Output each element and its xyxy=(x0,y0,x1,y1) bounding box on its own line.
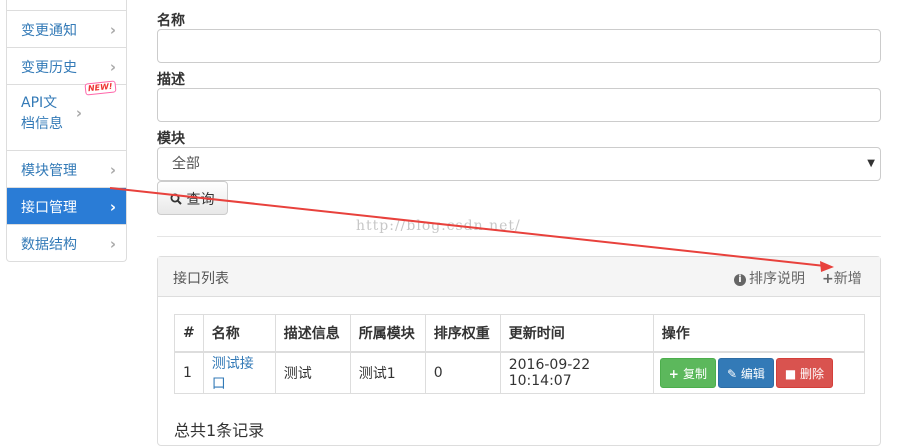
row-desc: 测试 xyxy=(274,351,351,394)
interface-list-panel: 接口列表 i 排序说明 +新增 # 名称 描述信息 所属模块 排序权重 更新时间 … xyxy=(157,256,881,446)
sort-help-label: 排序说明 xyxy=(749,271,805,287)
column-header: 更新时间 xyxy=(499,314,654,353)
row-weight: 0 xyxy=(424,351,501,394)
column-header: 排序权重 xyxy=(424,314,501,353)
sidebar-item-label-line2: 档信息 xyxy=(21,116,63,132)
watermark: http://blog.csdn.net/ xyxy=(356,218,521,234)
edit-button-label: 编辑 xyxy=(740,366,765,381)
sidebar-item-api-doc[interactable]: NEW! API文 档信息 › xyxy=(7,80,126,150)
column-header: 名称 xyxy=(202,314,276,353)
chevron-right-icon: › xyxy=(109,235,116,253)
row-updated: 2016-09-22 10:14:07 xyxy=(499,351,654,394)
sidebar-item-interface-management[interactable]: 接口管理 › xyxy=(7,187,126,224)
module-field-label: 模块 xyxy=(157,131,185,147)
delete-button-label: 删除 xyxy=(800,366,825,381)
name-input[interactable] xyxy=(157,29,881,63)
query-button[interactable]: 查询 xyxy=(157,181,228,215)
chevron-right-icon: › xyxy=(109,21,116,39)
column-header: 操作 xyxy=(652,314,866,353)
sidebar-item-module-management[interactable]: 模块管理 › xyxy=(7,150,126,187)
divider xyxy=(157,236,881,237)
sidebar-item-change-notice[interactable]: 变更通知 › xyxy=(7,10,126,47)
add-interface-link[interactable]: +新增 xyxy=(822,268,862,288)
module-select[interactable]: 全部 ▼ xyxy=(157,147,881,181)
info-icon: i xyxy=(734,274,746,286)
query-button-label: 查询 xyxy=(186,192,215,208)
row-index: 1 xyxy=(174,351,204,394)
chevron-right-icon: › xyxy=(75,104,82,122)
plus-icon: + xyxy=(668,366,683,381)
copy-button-label: 复制 xyxy=(682,366,707,381)
dropdown-arrow-icon: ▼ xyxy=(867,158,875,169)
pencil-icon: ✎ xyxy=(726,366,741,381)
module-select-value: 全部 xyxy=(172,156,200,172)
add-label: 新增 xyxy=(833,271,862,287)
table-row: 1 测试接口 测试 测试1 0 2016-09-22 10:14:07 + 复制… xyxy=(174,351,866,394)
panel-header: 接口列表 i 排序说明 +新增 xyxy=(158,257,880,297)
trash-icon: ■ xyxy=(784,366,801,381)
column-header: 描述信息 xyxy=(274,314,351,353)
sidebar-item-label: 变更通知 xyxy=(21,23,77,39)
row-actions: + 复制 ✎ 编辑 ■ 删除 xyxy=(652,351,866,394)
sort-help-link[interactable]: i 排序说明 xyxy=(734,268,805,288)
sidebar-nav: 变更通知 › 变更历史 › NEW! API文 档信息 › 模块管理 › 接口管… xyxy=(6,0,127,262)
sidebar-item-label: 接口管理 xyxy=(21,200,77,216)
sidebar-item-label: 数据结构 xyxy=(21,237,77,253)
total-records: 总共1条记录 xyxy=(174,421,265,440)
column-header: 所属模块 xyxy=(349,314,426,353)
chevron-right-icon: › xyxy=(109,198,116,216)
sidebar-item-top xyxy=(7,0,126,10)
sidebar-item-label-line1: API文 xyxy=(21,95,58,111)
name-field-label: 名称 xyxy=(157,13,185,29)
plus-icon: + xyxy=(822,271,834,287)
delete-button[interactable]: ■ 删除 xyxy=(775,357,834,388)
panel-title: 接口列表 xyxy=(173,271,229,287)
chevron-right-icon: › xyxy=(109,161,116,179)
sidebar-item-label: 变更历史 xyxy=(21,60,77,76)
edit-button[interactable]: ✎ 编辑 xyxy=(717,357,774,388)
desc-field-label: 描述 xyxy=(157,72,185,88)
chevron-right-icon: › xyxy=(109,58,116,76)
search-icon xyxy=(170,192,186,208)
copy-button[interactable]: + 复制 xyxy=(659,357,716,388)
desc-input[interactable] xyxy=(157,88,881,122)
row-module: 测试1 xyxy=(349,351,426,394)
interface-name-link[interactable]: 测试接口 xyxy=(202,351,276,394)
table-header-row: # 名称 描述信息 所属模块 排序权重 更新时间 操作 xyxy=(174,314,866,353)
sidebar-item-data-structure[interactable]: 数据结构 › xyxy=(7,224,126,261)
interface-table: # 名称 描述信息 所属模块 排序权重 更新时间 操作 1 测试接口 测试 测试… xyxy=(174,314,866,394)
sidebar-item-change-history[interactable]: 变更历史 › xyxy=(7,47,126,84)
sidebar-item-label: 模块管理 xyxy=(21,163,77,179)
column-header: # xyxy=(174,314,204,353)
